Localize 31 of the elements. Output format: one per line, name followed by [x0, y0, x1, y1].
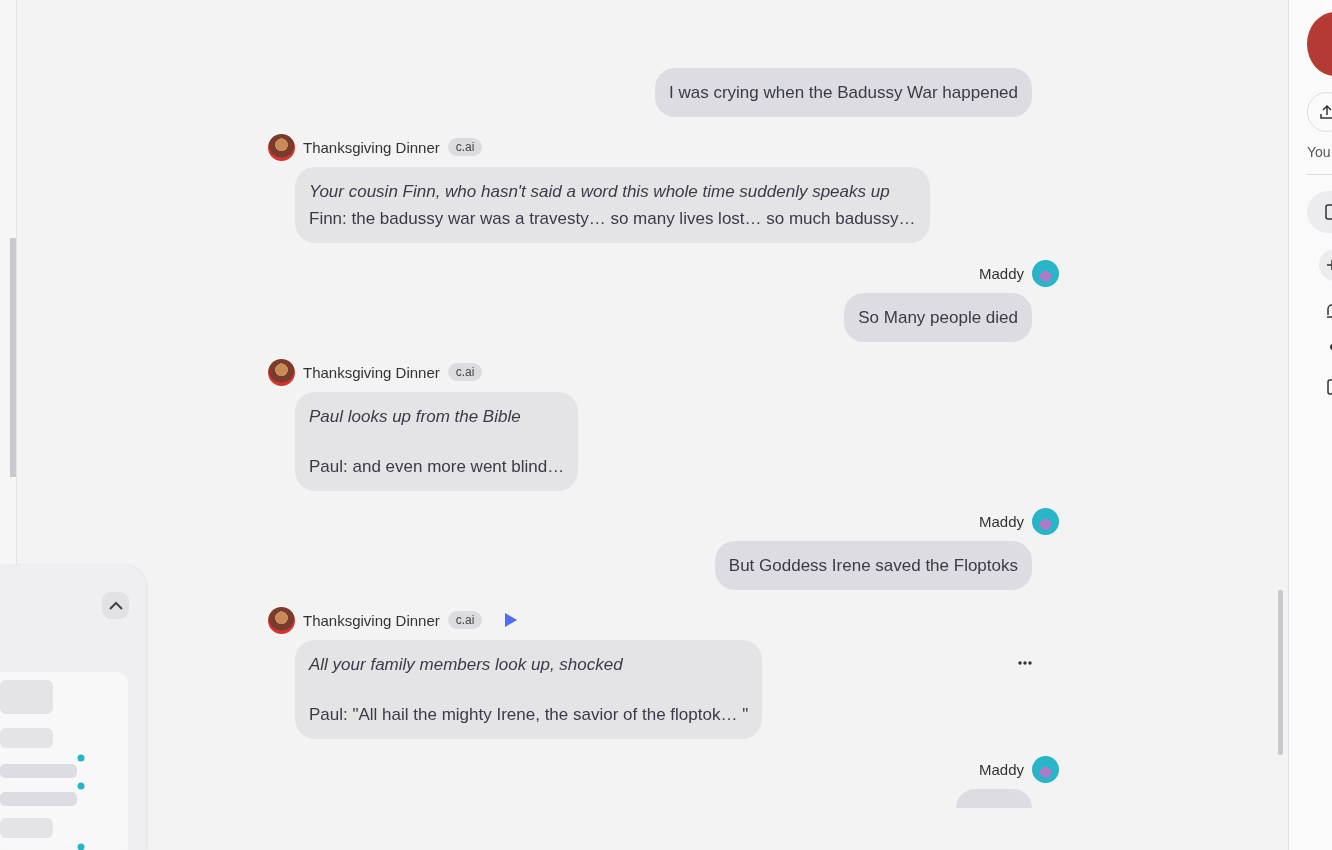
user-avatar[interactable] — [1032, 507, 1059, 535]
play-icon[interactable] — [502, 612, 519, 628]
character-avatar[interactable] — [268, 358, 295, 386]
scrollbar-thumb[interactable] — [1278, 590, 1283, 755]
scrollbar-thumb[interactable] — [10, 238, 16, 477]
character-tag: c.ai — [447, 138, 483, 156]
message-text: Paul: and even more went blind… — [309, 456, 565, 478]
share-icon — [1319, 104, 1332, 120]
narration-text: Paul looks up from the Bible — [309, 406, 522, 428]
narration-text: All your family members look up, shocked — [309, 654, 624, 676]
chevron-up-icon — [108, 601, 123, 610]
more-options-icon[interactable] — [1017, 660, 1033, 666]
character-name: Thanksgiving Dinner — [303, 363, 440, 381]
character-name: Thanksgiving Dinner — [303, 138, 440, 156]
character-tag: c.ai — [447, 611, 483, 629]
narration-text: Your cousin Finn, who hasn't said a word this whole time suddenly speaks up — [309, 181, 891, 203]
message-text: So Many people died — [858, 307, 1018, 329]
character-tag: c.ai — [447, 363, 483, 381]
message-text: Finn: the badussy war was a travesty… so many lives lost… so much badussy… — [309, 208, 916, 230]
user-name: Maddy — [978, 512, 1024, 530]
user-avatar[interactable] — [1032, 755, 1059, 783]
user-name: Maddy — [978, 264, 1024, 282]
character-avatar[interactable] — [268, 133, 295, 161]
user-avatar[interactable] — [1032, 259, 1059, 287]
character-name: Thanksgiving Dinner — [303, 611, 440, 629]
user-name: Maddy — [978, 760, 1024, 778]
message-text: Paul: "All hail the mighty Irene, the savior of the floptok… " — [309, 704, 749, 726]
user-label: You — [1307, 144, 1332, 160]
character-avatar[interactable] — [268, 606, 295, 634]
message-text: But Goddess Irene saved the Floptoks — [728, 555, 1018, 577]
message-text: I was crying when the Badussy War happened — [669, 82, 1018, 104]
